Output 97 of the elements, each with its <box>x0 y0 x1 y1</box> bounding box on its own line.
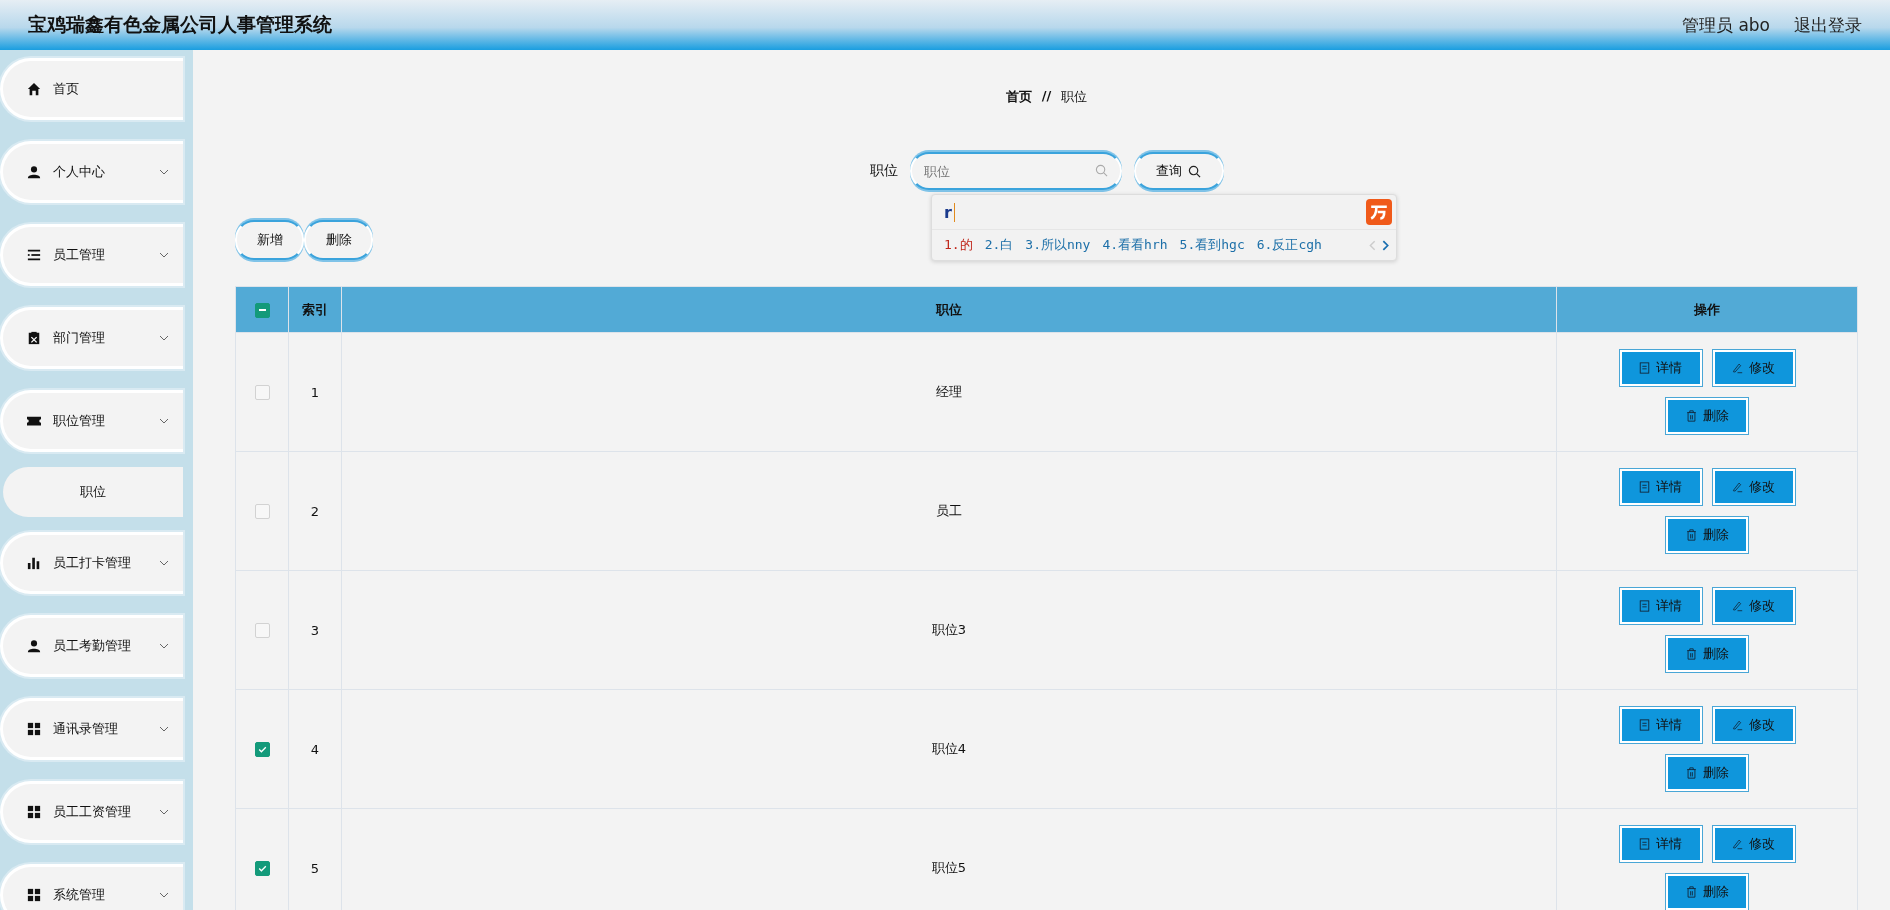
search-icon <box>1094 164 1108 177</box>
delete-button[interactable]: 删除 <box>304 220 373 260</box>
logout-link[interactable]: 退出登录 <box>1794 13 1862 37</box>
sidebar-item[interactable]: 通讯录管理 <box>0 698 183 760</box>
column-header: 索引 <box>288 286 342 333</box>
document-icon <box>1639 600 1650 612</box>
table-cell: 员工 <box>341 451 1557 571</box>
document-icon <box>1639 362 1650 374</box>
select-all-checkbox[interactable] <box>254 302 270 318</box>
edit-button[interactable]: 修改 <box>1712 350 1795 386</box>
sidebar-item[interactable]: 个人中心 <box>0 141 183 203</box>
edit-button[interactable]: 修改 <box>1712 469 1795 505</box>
sidebar-item[interactable]: 系统管理 <box>0 864 183 910</box>
search-icon <box>1188 164 1201 178</box>
chevron-down-icon <box>159 169 169 175</box>
sidebar-item[interactable]: 部门管理 <box>0 307 183 369</box>
details-button[interactable]: 详情 <box>1619 588 1702 624</box>
user-label: 管理员 abo <box>1682 13 1770 37</box>
trash-icon <box>1685 886 1697 898</box>
grid-icon <box>27 805 41 819</box>
person-icon <box>27 165 41 179</box>
trash-icon <box>1685 767 1697 779</box>
sidebar-item[interactable]: 员工打卡管理 <box>0 532 183 594</box>
ime-candidate[interactable]: 2.白 <box>984 236 1014 254</box>
delete-button[interactable]: 删除 <box>1666 517 1748 553</box>
row-checkbox[interactable] <box>254 742 270 757</box>
chevron-down-icon <box>159 335 169 341</box>
document-icon <box>1639 481 1650 493</box>
check-icon <box>256 863 268 874</box>
column-header: 职位 <box>341 286 1557 333</box>
sidebar-item[interactable]: 员工管理 <box>0 224 183 286</box>
pencil-icon <box>1732 838 1743 850</box>
search-field[interactable]: 职位 <box>909 152 1122 190</box>
delete-button[interactable]: 删除 <box>1666 755 1748 791</box>
sidebar-subitem[interactable]: 职位 <box>3 467 183 517</box>
grid-icon <box>27 888 41 902</box>
chevron-down-icon <box>159 726 169 732</box>
trash-icon <box>1685 529 1697 541</box>
trash-icon <box>1685 648 1697 660</box>
table-cell: 职位4 <box>341 689 1557 809</box>
breadcrumb-link[interactable]: 职位 <box>1061 88 1088 106</box>
sidebar-item[interactable]: 首页 <box>0 58 183 120</box>
bar-chart-icon <box>27 556 41 570</box>
chevron-down-icon <box>159 643 169 649</box>
clipboard-icon <box>27 331 41 345</box>
pencil-icon <box>1732 600 1743 612</box>
table-cell: 2 <box>288 451 342 571</box>
search-label: 职位 <box>869 162 898 180</box>
home-icon <box>27 82 41 96</box>
breadcrumb-link[interactable]: 首页 <box>1005 88 1032 106</box>
document-icon <box>1639 719 1650 731</box>
person-icon <box>27 639 41 653</box>
pencil-icon <box>1732 362 1743 374</box>
ime-composition-text: r <box>944 202 955 222</box>
chevron-down-icon <box>159 560 169 566</box>
ime-candidate[interactable]: 3.所以nny <box>1025 236 1091 254</box>
ime-logo-icon <box>1366 199 1392 225</box>
ime-candidate[interactable]: 4.看看hrh <box>1102 236 1168 254</box>
trash-icon <box>1685 410 1697 422</box>
sidebar-item[interactable]: 员工工资管理 <box>0 781 183 843</box>
column-header: 操作 <box>1556 286 1858 333</box>
ticket-icon <box>27 414 41 428</box>
document-icon <box>1639 838 1650 850</box>
details-button[interactable]: 详情 <box>1619 469 1702 505</box>
table-cell: 职位3 <box>341 570 1557 690</box>
delete-button[interactable]: 删除 <box>1666 874 1748 910</box>
search-button[interactable]: 查询 <box>1133 152 1224 190</box>
details-button[interactable]: 详情 <box>1619 350 1702 386</box>
chevron-down-icon <box>159 809 169 815</box>
details-button[interactable]: 详情 <box>1619 707 1702 743</box>
app-title: 宝鸡瑞鑫有色金属公司人事管理系统 <box>28 12 332 37</box>
delete-button[interactable]: 删除 <box>1666 398 1748 434</box>
grid-icon <box>27 722 41 736</box>
table-cell: 1 <box>288 332 342 452</box>
sidebar-item[interactable]: 职位管理 <box>0 390 183 452</box>
chevron-down-icon <box>159 892 169 898</box>
table-cell: 3 <box>288 570 342 690</box>
row-checkbox[interactable] <box>254 861 270 876</box>
sidebar-item[interactable]: 员工考勤管理 <box>0 615 183 677</box>
pencil-icon <box>1732 481 1743 493</box>
details-button[interactable]: 详情 <box>1619 826 1702 862</box>
pencil-icon <box>1732 719 1743 731</box>
ime-candidate[interactable]: 5.看到hgc <box>1179 236 1245 254</box>
edit-button[interactable]: 修改 <box>1712 826 1795 862</box>
chevron-down-icon <box>159 252 169 258</box>
ime-candidate[interactable]: 1.的 <box>944 236 973 254</box>
add-button[interactable]: 新增 <box>235 220 304 260</box>
list-icon <box>27 248 41 262</box>
ime-candidate[interactable]: 6.反正cgh <box>1256 236 1322 254</box>
chevron-down-icon <box>159 418 169 424</box>
check-icon <box>256 744 268 755</box>
edit-button[interactable]: 修改 <box>1712 588 1795 624</box>
table-cell: 经理 <box>341 332 1557 452</box>
edit-button[interactable]: 修改 <box>1712 707 1795 743</box>
breadcrumb-separator: // <box>1041 88 1052 105</box>
table-cell: 4 <box>288 689 342 809</box>
delete-button[interactable]: 删除 <box>1666 636 1748 672</box>
